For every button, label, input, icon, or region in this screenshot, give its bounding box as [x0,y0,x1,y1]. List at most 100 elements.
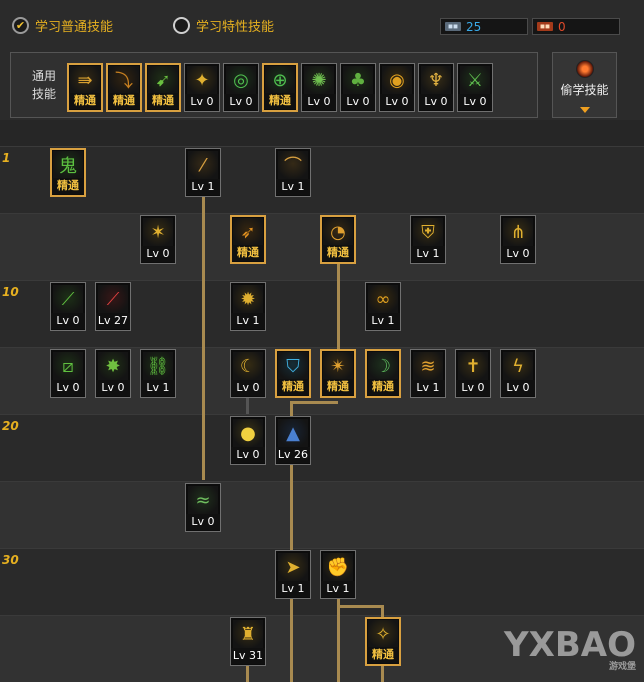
skill-slot[interactable]: ➤ Lv 1 [275,550,311,599]
level-marker: 10 [2,285,19,299]
skill-slot[interactable]: ⇛ 精通 [67,63,103,112]
skill-slot[interactable]: ≋ Lv 1 [410,349,446,398]
skill-level-label: Lv 0 [302,94,336,110]
skill-slot[interactable]: ⚔ Lv 0 [457,63,493,112]
burst-icon: ✹ [233,285,263,313]
tree-row: 20 [0,414,644,481]
level-marker: 20 [2,419,19,433]
skill-slot[interactable]: ✝ Lv 0 [455,349,491,398]
skill-slot[interactable]: ● Lv 0 [230,416,266,465]
skill-slot[interactable]: ✹ Lv 1 [230,282,266,331]
skill-slot[interactable]: ✸ Lv 0 [95,349,131,398]
skill-points-blue: ◼◼ 25 [440,18,528,35]
skill-level-label: 精通 [232,245,264,261]
level-marker: 1 [2,151,11,165]
connector-line [246,396,249,414]
skill-slot[interactable]: ∞ Lv 1 [365,282,401,331]
radio-label-normal: 学习普通技能 [35,19,114,35]
dropdown-arrow-icon [580,107,590,113]
skill-slot[interactable]: ⤵ 精通 [106,63,142,112]
sword-thrust-icon: ➶ [233,218,263,246]
skill-level-label: Lv 0 [96,380,130,396]
connector-line [337,596,340,682]
skill-slot[interactable]: ◔ 精通 [320,215,356,264]
skill-slot[interactable]: ✧ 精通 [365,617,401,666]
skill-slot[interactable]: ⋔ Lv 0 [500,215,536,264]
skill-level-label: Lv 1 [141,380,175,396]
skill-slot[interactable]: ✴ 精通 [320,349,356,398]
skill-slot[interactable]: ⛉ 精通 [275,349,311,398]
skill-slot[interactable]: ♆ Lv 0 [418,63,454,112]
skill-slot[interactable]: ✦ Lv 0 [184,63,220,112]
skill-level-label: Lv 0 [501,380,535,396]
wings-icon: ✦ [187,66,217,94]
skill-slot[interactable]: ♣ Lv 0 [340,63,376,112]
skill-slot[interactable]: ♜ Lv 31 [230,617,266,666]
skill-slot[interactable]: ⁄ Lv 1 [185,148,221,197]
skill-level-label: Lv 0 [224,94,258,110]
target-icon: ◎ [226,66,256,94]
skill-level-label: Lv 0 [141,246,175,262]
skill-level-label: Lv 1 [186,179,220,195]
skill-points-red: ◼◼ 0 [532,18,620,35]
skill-slot[interactable]: ⛓ Lv 1 [140,349,176,398]
skill-slot[interactable]: ➶ 精通 [230,215,266,264]
muscle-icon: ♆ [421,66,451,94]
crosshair-icon: ⊕ [265,66,295,94]
radio-learn-special-skills[interactable]: ✔ 学习特性技能 [173,14,274,36]
connector-line [246,665,249,682]
claw-icon: ⁄ [188,151,218,179]
skill-slot[interactable]: ▲ Lv 26 [275,416,311,465]
common-skills-list: ⇛ 精通 ⤵ 精通 ➹ 精通 ✦ Lv 0 ◎ Lv 0 ⊕ 精通 ✺ Lv 0 ♣ Lv 0 ◉ Lv 0 ♆ Lv… [67,63,493,112]
skill-slot[interactable]: ◎ Lv 0 [223,63,259,112]
skill-level-label: Lv 1 [231,313,265,329]
sp-book-icon: ◼◼ [445,22,461,31]
skill-slot[interactable]: ✊ Lv 1 [320,550,356,599]
tp-book-icon: ◼◼ [537,22,553,31]
skill-level-label: Lv 0 [51,380,85,396]
skill-slot[interactable]: ϟ Lv 0 [500,349,536,398]
skill-slot[interactable]: 鬼精通 [50,148,86,197]
skill-slot[interactable]: ✺ Lv 0 [301,63,337,112]
skill-level-label: Lv 1 [276,581,310,597]
cross-slash-icon: ✝ [458,352,488,380]
radio-learn-normal-skills[interactable]: ✔ 学习普通技能 [12,14,113,36]
wave-slash-icon: ≋ [413,352,443,380]
skill-level-label: Lv 0 [231,380,265,396]
skill-level-label: Lv 0 [186,514,220,530]
skill-level-label: Lv 0 [51,313,85,329]
checkmark-icon: ✔ [12,16,29,34]
shield-icon: ⛨ [413,218,443,246]
radio-circle-icon: ✔ [173,16,190,34]
skill-slot[interactable]: ✶ Lv 0 [140,215,176,264]
skill-slot[interactable]: ➹ 精通 [145,63,181,112]
connector-line [337,605,383,608]
skill-slot[interactable]: ⟋ Lv 27 [95,282,131,331]
skill-slot[interactable]: ⟋ Lv 0 [50,282,86,331]
skill-tree: 1 10 20 30 鬼精通 ⁄ Lv 1 ⌒ Lv 1 ✶ Lv 0 ➶ 精通 ◔ 精通 ⛨ Lv 1… [0,146,644,682]
header: ✔ 学习普通技能 ✔ 学习特性技能 ◼◼ 25 ◼◼ 0 通用技能 ⇛精通⤵精通… [0,0,644,120]
skill-slot[interactable]: ☽ 精通 [365,349,401,398]
skill-level-label: 精通 [322,245,354,261]
whirlwind-icon: ≈ [188,486,218,514]
skill-slot[interactable]: ☾ Lv 0 [230,349,266,398]
skill-slot[interactable]: ◉ Lv 0 [379,63,415,112]
rush-icon: ➤ [278,553,308,581]
skill-slot[interactable]: ⧄ Lv 0 [50,349,86,398]
skill-level-label: Lv 0 [185,94,219,110]
skill-level-label: Lv 0 [341,94,375,110]
skill-level-label: Lv 31 [231,648,265,664]
crouch-icon: ⤵ [109,66,139,94]
skill-slot[interactable]: ⌒ Lv 1 [275,148,311,197]
shout-icon: ✺ [304,66,334,94]
skill-level-label: Lv 26 [276,447,310,463]
skill-points-blue-value: 25 [466,19,482,34]
level-marker: 30 [2,553,19,567]
steal-skill-button[interactable]: 偷学技能 [552,52,617,118]
skill-slot[interactable]: ≈ Lv 0 [185,483,221,532]
skill-slot[interactable]: ⛨ Lv 1 [410,215,446,264]
crescent-icon: ☽ [368,352,398,380]
skill-slot[interactable]: ⊕ 精通 [262,63,298,112]
red-totem-icon: ♜ [233,620,263,648]
eye-icon: ◉ [382,66,412,94]
